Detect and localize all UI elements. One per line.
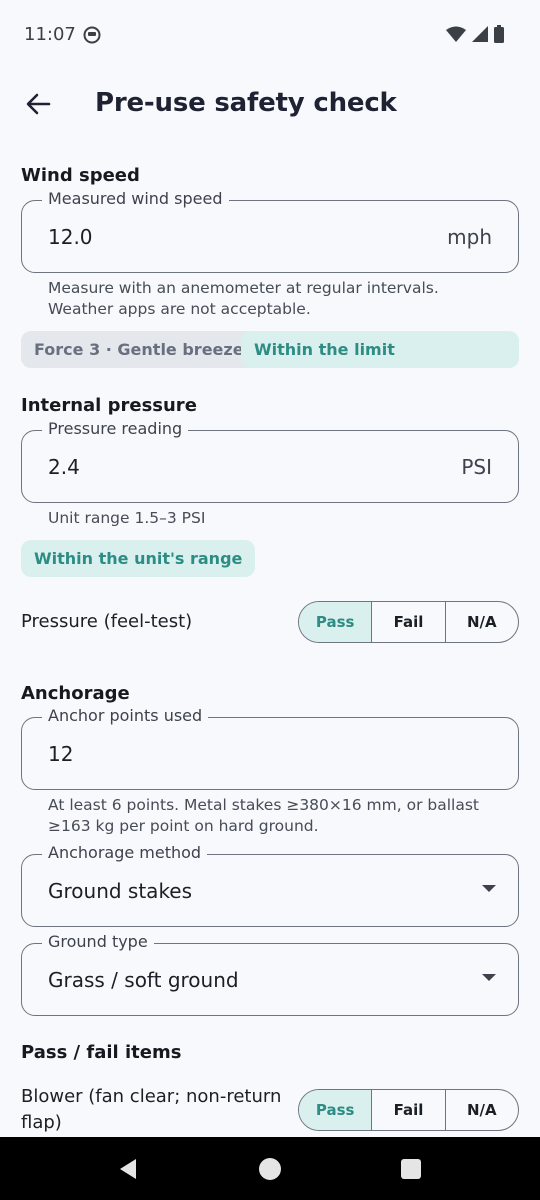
arrow-left-icon — [25, 91, 51, 121]
field-label: Ground type — [42, 932, 154, 951]
beaufort-force-chip: Force 3 · Gentle breeze — [21, 331, 257, 368]
battery-icon — [494, 25, 504, 47]
field-label: Anchorage method — [42, 843, 208, 862]
ground-type-dropdown[interactable]: Ground type Grass / soft ground — [21, 932, 519, 1016]
field-label: Measured wind speed — [42, 189, 229, 208]
helper-line: ≥163 kg per point on hard ground. — [48, 817, 319, 835]
feel-test-fail-button[interactable]: Fail — [372, 602, 446, 642]
back-button[interactable] — [18, 86, 58, 126]
blower-na-button[interactable]: N/A — [446, 1090, 518, 1130]
pressure-helper-text: Unit range 1.5–3 PSI — [48, 509, 206, 527]
anchor-points-field[interactable]: Anchor points used 12 — [21, 706, 519, 790]
ground-type-value: Grass / soft ground — [48, 968, 239, 992]
status-icons — [446, 25, 504, 47]
field-label: Anchor points used — [42, 706, 209, 725]
system-nav-bar — [0, 1137, 540, 1200]
pressure-status-chip: Within the unit's range — [21, 540, 256, 577]
blower-pass-button[interactable]: Pass — [299, 1090, 373, 1130]
wind-helper-text: Measure with an anemometer at regular in… — [48, 278, 518, 320]
section-title-pass-fail: Pass / fail items — [21, 1042, 182, 1063]
wind-speed-value: 12.0 — [48, 225, 93, 249]
label-line: Blower (fan clear; non-return — [21, 1086, 282, 1107]
wind-speed-field[interactable]: Measured wind speed 12.0 mph — [21, 189, 519, 273]
signal-icon — [472, 26, 488, 46]
section-title-pressure: Internal pressure — [21, 395, 197, 416]
section-title-anchorage: Anchorage — [21, 683, 130, 704]
pressure-unit: PSI — [461, 455, 492, 479]
anchorage-method-dropdown[interactable]: Anchorage method Ground stakes — [21, 843, 519, 927]
wifi-icon — [446, 26, 466, 46]
app-bar: Pre-use safety check — [0, 70, 540, 142]
nav-back-icon[interactable] — [118, 1158, 138, 1184]
nav-recents-icon[interactable] — [401, 1159, 421, 1179]
feel-test-na-button[interactable]: N/A — [446, 602, 518, 642]
feel-test-segmented: Pass Fail N/A — [298, 601, 519, 643]
anchor-points-value: 12 — [48, 742, 74, 766]
section-title-wind: Wind speed — [21, 165, 140, 186]
field-label: Pressure reading — [42, 419, 189, 438]
page-title: Pre-use safety check — [95, 88, 397, 118]
helper-line: At least 6 points. Metal stakes ≥380×16 … — [48, 796, 479, 814]
blower-label: Blower (fan clear; non-return flap) — [21, 1084, 281, 1136]
feel-test-label: Pressure (feel-test) — [21, 611, 193, 632]
feel-test-pass-button[interactable]: Pass — [299, 602, 373, 642]
dropdown-arrow-icon — [482, 885, 496, 892]
status-bar: 11:07 — [0, 0, 540, 70]
dropdown-arrow-icon — [482, 974, 496, 981]
wind-status-chip: Within the limit — [241, 331, 519, 368]
wind-speed-unit: mph — [447, 225, 492, 249]
pressure-value: 2.4 — [48, 455, 80, 479]
status-time: 11:07 — [24, 24, 76, 45]
pressure-field[interactable]: Pressure reading 2.4 PSI — [21, 419, 519, 503]
blower-segmented: Pass Fail N/A — [298, 1089, 519, 1131]
anchorage-method-value: Ground stakes — [48, 879, 193, 903]
notification-icon — [82, 25, 102, 45]
helper-line: Measure with an anemometer at regular in… — [48, 279, 439, 297]
blower-fail-button[interactable]: Fail — [372, 1090, 446, 1130]
label-line: flap) — [21, 1112, 62, 1133]
helper-line: Weather apps are not acceptable. — [48, 300, 311, 318]
nav-home-icon[interactable] — [259, 1158, 281, 1180]
anchorage-helper-text: At least 6 points. Metal stakes ≥380×16 … — [48, 795, 518, 837]
